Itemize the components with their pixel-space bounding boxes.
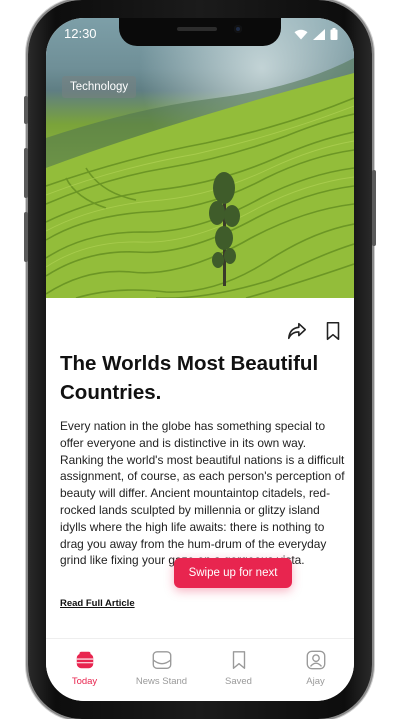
- mute-switch: [24, 96, 28, 124]
- tab-label-profile: Ajay: [306, 676, 325, 687]
- article-actions: [286, 320, 344, 342]
- bookmark-icon[interactable]: [322, 320, 344, 342]
- tab-label-saved: Saved: [225, 676, 252, 687]
- bookmark-icon: [232, 651, 245, 669]
- battery-icon: [330, 28, 338, 40]
- phone-screen: 12:30 Technology The Worlds Most Beautif…: [46, 18, 354, 701]
- tea-plantation-illustration: [46, 58, 354, 298]
- signal-icon: [313, 28, 325, 40]
- tab-label-today: Today: [71, 676, 98, 687]
- tab-profile[interactable]: Ajay: [277, 639, 354, 701]
- hero-image: Technology: [46, 18, 354, 298]
- status-icons: [294, 28, 338, 40]
- article-title: The Worlds Most Beautiful Countries.: [60, 352, 319, 404]
- read-full-article-link[interactable]: Read Full Article: [60, 598, 135, 609]
- status-bar: 12:30: [46, 26, 354, 44]
- share-icon[interactable]: [286, 320, 308, 342]
- category-tag[interactable]: Technology: [62, 76, 137, 98]
- volume-down-button: [24, 212, 28, 262]
- tab-saved[interactable]: Saved: [200, 639, 277, 701]
- tab-label-news-stand: News Stand: [135, 676, 188, 687]
- profile-icon: [306, 650, 325, 670]
- swipe-up-button[interactable]: Swipe up for next: [174, 558, 292, 588]
- status-time: 12:30: [64, 26, 97, 41]
- wifi-icon: [294, 29, 308, 39]
- tab-today[interactable]: Today: [46, 639, 123, 701]
- volume-up-button: [24, 148, 28, 198]
- power-button: [372, 170, 376, 246]
- phone-frame: 12:30 Technology The Worlds Most Beautif…: [24, 0, 376, 719]
- today-icon: [76, 651, 93, 669]
- bottom-tab-bar: Today News Stand Saved Ajay: [46, 638, 354, 701]
- newsstand-icon: [152, 651, 171, 669]
- article-body: Every nation in the globe has something …: [60, 419, 345, 568]
- tab-news-stand[interactable]: News Stand: [123, 639, 200, 701]
